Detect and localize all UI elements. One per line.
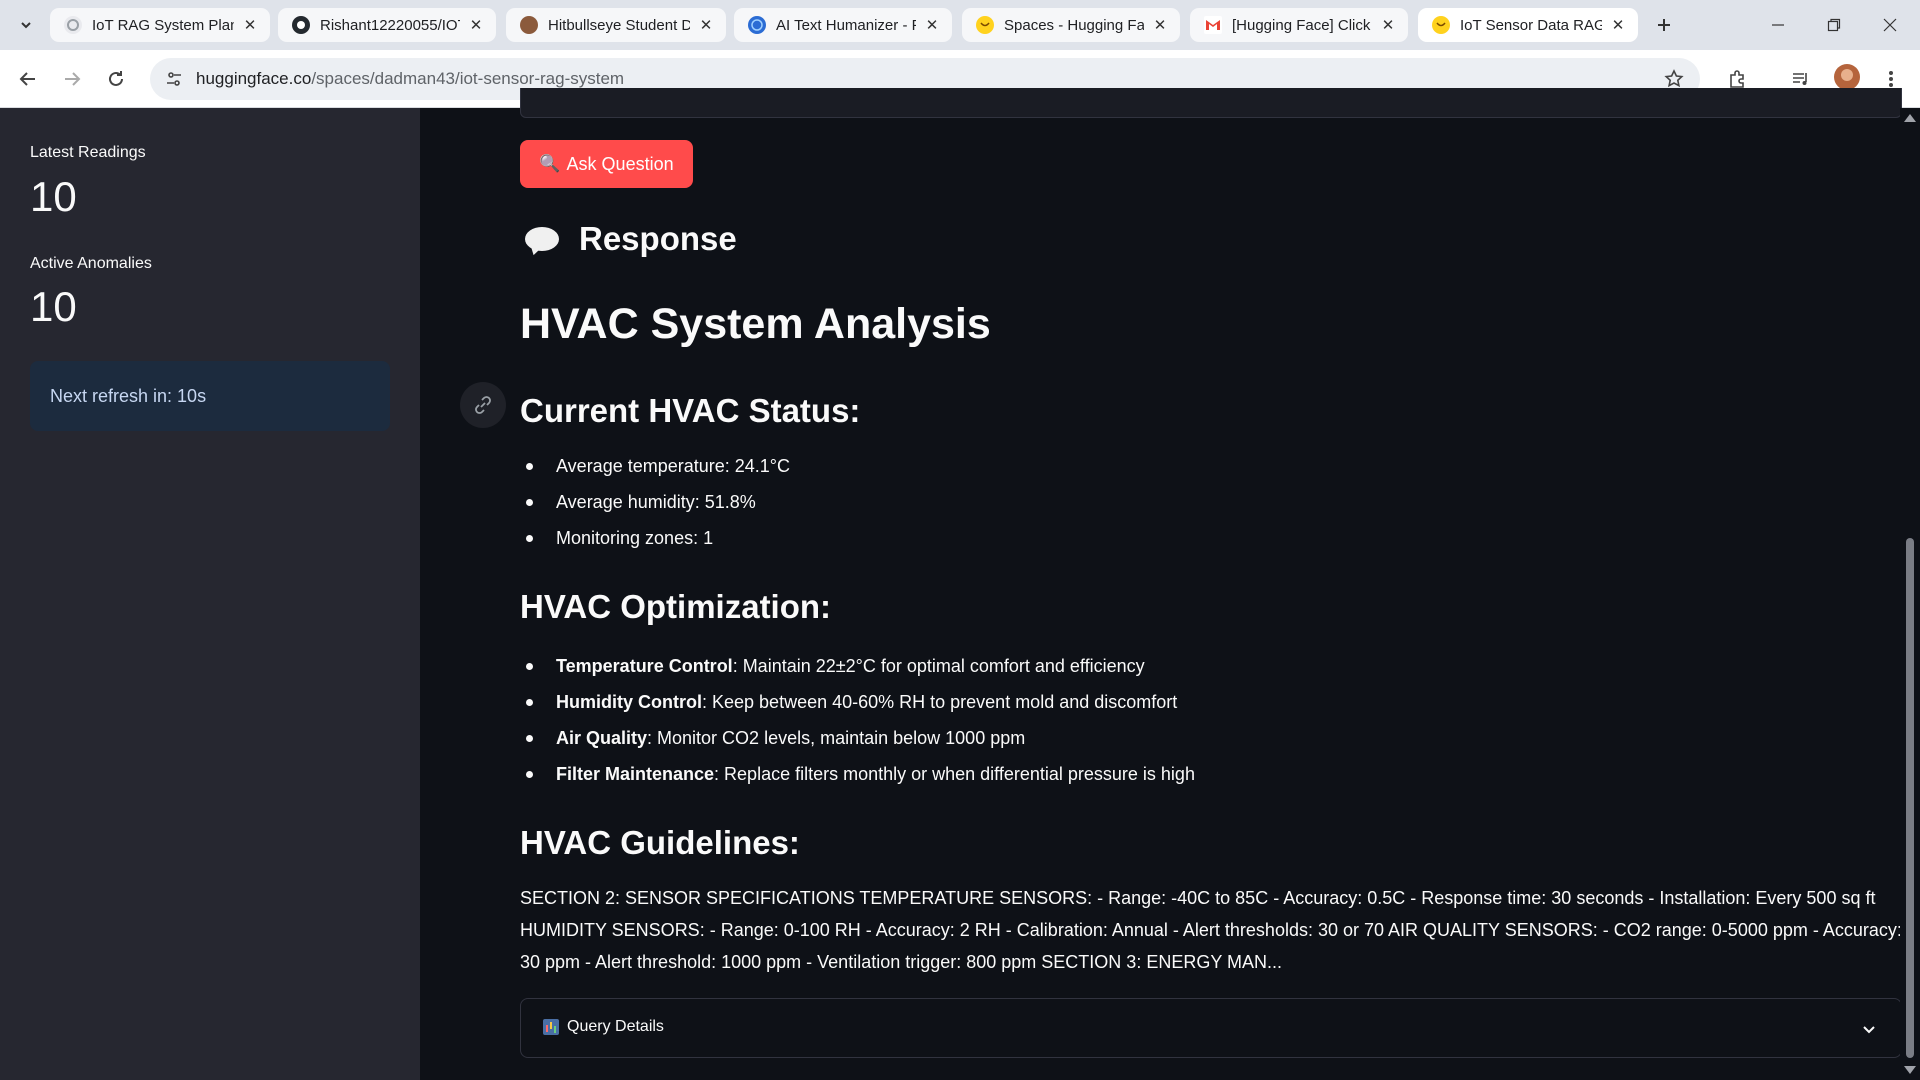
ask-question-button[interactable]: 🔍 Ask Question	[520, 140, 693, 188]
guidelines-text: SECTION 2: SENSOR SPECIFICATIONS TEMPERA…	[520, 888, 1902, 972]
item-text: : Keep between 40-60% RH to prevent mold…	[702, 692, 1178, 712]
scrollbar-thumb[interactable]	[1906, 538, 1914, 1058]
reload-icon	[109, 71, 123, 86]
tab-title: IoT RAG System Plan	[92, 16, 234, 34]
list-item: Monitoring zones: 1	[520, 520, 790, 556]
tab-title: Rishant12220055/IOT	[320, 16, 460, 34]
item-label: Temperature Control	[556, 656, 733, 676]
refresh-info-box: Next refresh in: 10s	[30, 361, 390, 431]
scroll-down-icon[interactable]	[1904, 1066, 1916, 1074]
close-icon[interactable]: ✕	[1150, 15, 1170, 35]
refresh-text: Next refresh in: 10s	[50, 386, 207, 406]
optimization-list: Temperature Control: Maintain 22±2°C for…	[520, 648, 1195, 792]
url-text: huggingface.co/spaces/dadman43/iot-senso…	[196, 69, 624, 89]
query-details-text: Query Details	[567, 1018, 664, 1035]
browser-tab-active[interactable]: IoT Sensor Data RAG ✕	[1418, 8, 1638, 42]
optimization-heading: HVAC Optimization:	[520, 588, 832, 625]
restore-icon	[1827, 18, 1841, 32]
hugging-face-icon	[1432, 16, 1450, 34]
forward-button[interactable]	[56, 63, 88, 95]
globe-icon	[748, 16, 766, 34]
tab-title: Spaces - Hugging Fa	[1004, 16, 1144, 34]
restore-button[interactable]	[1806, 0, 1862, 50]
github-icon	[292, 16, 310, 34]
item-label: Humidity Control	[556, 692, 702, 712]
list-item: Filter Maintenance: Replace filters mont…	[520, 756, 1195, 792]
close-icon[interactable]: ✕	[240, 15, 260, 35]
back-button[interactable]	[12, 63, 44, 95]
tab-title: AI Text Humanizer - F	[776, 16, 916, 34]
question-textarea[interactable]	[520, 88, 1902, 118]
sidebar: Latest Readings 10 Active Anomalies 10 N…	[0, 108, 420, 1080]
browser-tab[interactable]: AI Text Humanizer - F ✕	[734, 8, 952, 42]
tab-search-button[interactable]	[10, 10, 42, 40]
item-label: Air Quality	[556, 728, 648, 748]
list-item: Temperature Control: Maintain 22±2°C for…	[520, 648, 1195, 684]
close-icon[interactable]: ✕	[466, 15, 486, 35]
profile-avatar[interactable]	[1834, 64, 1860, 90]
item-text: : Replace filters monthly or when differ…	[714, 764, 1195, 784]
main-content: 🔍 Ask Question Response HVAC System Anal…	[420, 88, 1902, 1080]
close-icon[interactable]: ✕	[922, 15, 942, 35]
arrow-right-icon	[65, 72, 81, 86]
bar-chart-icon	[543, 1019, 559, 1035]
reload-button[interactable]	[100, 63, 132, 95]
speech-bubble-icon	[525, 227, 559, 251]
plus-icon	[1658, 19, 1670, 31]
close-icon[interactable]: ✕	[1608, 15, 1628, 35]
list-item: Air Quality: Monitor CO2 levels, maintai…	[520, 720, 1195, 756]
guidelines-heading: HVAC Guidelines:	[520, 824, 800, 861]
magnifier-icon: 🔍	[539, 154, 561, 173]
minimize-icon	[1772, 24, 1784, 26]
query-details-label: Query Details	[543, 1018, 664, 1036]
item-text: : Maintain 22±2°C for optimal comfort an…	[732, 656, 1145, 676]
metric-value-latest-readings: 10	[30, 173, 77, 220]
close-icon[interactable]: ✕	[1378, 15, 1398, 35]
status-heading: Current HVAC Status:	[520, 392, 861, 429]
browser-tab[interactable]: [Hugging Face] Click ✕	[1190, 8, 1408, 42]
metric-label-active-anomalies: Active Anomalies	[30, 255, 152, 272]
browser-tab[interactable]: Spaces - Hugging Fa ✕	[962, 8, 1180, 42]
browser-tab[interactable]: Rishant12220055/IOT ✕	[278, 8, 496, 42]
arrow-left-icon	[19, 72, 35, 86]
close-window-button[interactable]	[1862, 0, 1918, 50]
link-icon[interactable]	[460, 382, 506, 428]
response-header-text: Response	[579, 220, 737, 257]
ask-question-label: Ask Question	[566, 153, 674, 174]
list-item: Average temperature: 24.1°C	[520, 448, 790, 484]
site-info-icon[interactable]	[162, 67, 186, 91]
close-icon[interactable]: ✕	[696, 15, 716, 35]
analysis-title: HVAC System Analysis	[520, 300, 991, 348]
student-icon	[520, 16, 538, 34]
close-icon	[1883, 18, 1897, 32]
tab-title: [Hugging Face] Click	[1232, 16, 1371, 34]
page-scrollbar[interactable]	[1900, 108, 1920, 1080]
query-details-expander[interactable]: Query Details	[520, 998, 1902, 1058]
chevron-down-icon	[21, 22, 31, 29]
response-header: Response	[525, 220, 737, 258]
metric-label-latest-readings: Latest Readings	[30, 144, 146, 161]
scroll-up-icon[interactable]	[1904, 114, 1916, 122]
item-label: Filter Maintenance	[556, 764, 715, 784]
browser-tab[interactable]: Hitbullseye Student D ✕	[506, 8, 726, 42]
tab-title: IoT Sensor Data RAG	[1460, 16, 1602, 34]
minimize-button[interactable]	[1750, 0, 1806, 50]
hugging-face-icon	[976, 16, 994, 34]
metric-value-active-anomalies: 10	[30, 283, 77, 330]
sparkle-icon	[64, 16, 82, 34]
chevron-down-icon[interactable]	[1859, 1019, 1879, 1039]
tab-strip: IoT RAG System Plan ✕ Rishant12220055/IO…	[0, 0, 1920, 50]
gmail-icon	[1204, 16, 1222, 34]
status-list: Average temperature: 24.1°C Average humi…	[520, 448, 790, 556]
url-host: huggingface.co	[196, 69, 312, 88]
url-path: /spaces/dadman43/iot-sensor-rag-system	[311, 69, 625, 88]
new-tab-button[interactable]	[1648, 10, 1680, 40]
tab-title: Hitbullseye Student D	[548, 16, 690, 34]
list-item: Humidity Control: Keep between 40-60% RH…	[520, 684, 1195, 720]
item-text: : Monitor CO2 levels, maintain below 100…	[647, 728, 1026, 748]
browser-tab[interactable]: IoT RAG System Plan ✕	[50, 8, 270, 42]
list-item: Average humidity: 51.8%	[520, 484, 790, 520]
